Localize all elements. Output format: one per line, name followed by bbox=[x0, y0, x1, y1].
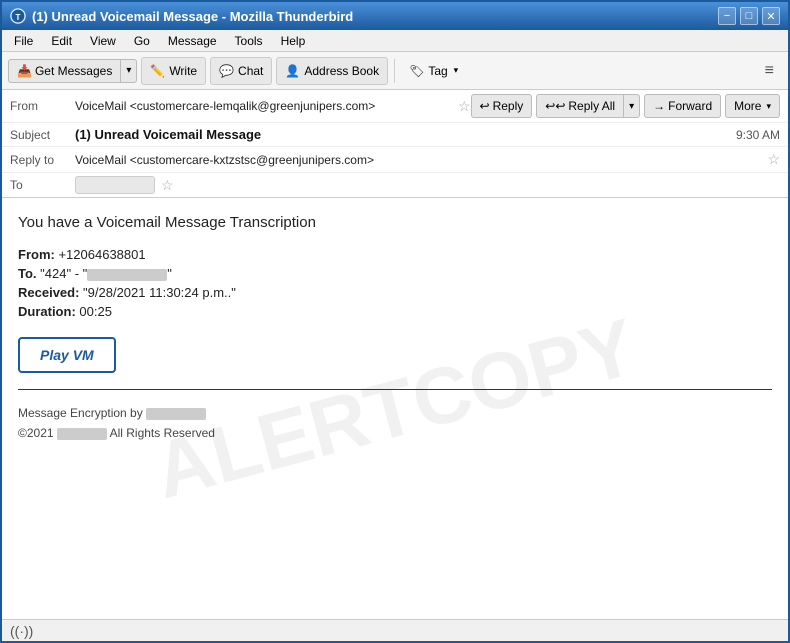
menu-go[interactable]: Go bbox=[126, 32, 158, 50]
menu-file[interactable]: File bbox=[6, 32, 41, 50]
message-actions: ↩ Reply ↩↩ Reply All ▾ → Forward More ▾ bbox=[471, 94, 780, 118]
to-row: To ☆ bbox=[2, 173, 788, 197]
chat-label: Chat bbox=[238, 64, 263, 78]
play-vm-button[interactable]: Play VM bbox=[18, 337, 116, 373]
reply-all-split-button[interactable]: ↩↩ Reply All ▾ bbox=[536, 94, 640, 118]
more-button[interactable]: More ▾ bbox=[725, 94, 780, 118]
title-bar-left: T (1) Unread Voicemail Message - Mozilla… bbox=[10, 8, 353, 24]
copyright-footer: ©2021 All Rights Reserved bbox=[18, 426, 772, 440]
get-messages-label: Get Messages bbox=[35, 64, 112, 78]
reply-to-label: Reply to bbox=[10, 153, 75, 167]
svg-text:T: T bbox=[16, 13, 21, 22]
to-field: To. "424" - "" bbox=[18, 266, 772, 281]
app-icon: T bbox=[10, 8, 26, 24]
main-window: T (1) Unread Voicemail Message - Mozilla… bbox=[0, 0, 790, 643]
encryption-redacted bbox=[146, 408, 206, 420]
copyright-redacted bbox=[57, 428, 107, 440]
menu-help[interactable]: Help bbox=[273, 32, 314, 50]
tag-dropdown-arrow: ▾ bbox=[454, 65, 459, 76]
to-value-box bbox=[75, 176, 155, 194]
get-messages-split-button[interactable]: 📥 Get Messages ▾ bbox=[8, 59, 137, 83]
chat-icon: 💬 bbox=[219, 64, 234, 78]
duration-field: Duration: 00:25 bbox=[18, 304, 772, 319]
from-row: From VoiceMail <customercare-lemqalik@gr… bbox=[2, 90, 788, 123]
address-book-label: Address Book bbox=[304, 64, 379, 78]
from-label: From bbox=[10, 99, 75, 113]
tag-label: Tag bbox=[428, 64, 447, 78]
window-title: (1) Unread Voicemail Message - Mozilla T… bbox=[32, 9, 353, 24]
minimize-button[interactable]: − bbox=[718, 7, 736, 25]
hamburger-menu-button[interactable]: ≡ bbox=[757, 59, 782, 83]
toolbar: 📥 Get Messages ▾ ✏️ Write 💬 Chat 👤 Addre… bbox=[2, 52, 788, 90]
toolbar-separator bbox=[394, 59, 395, 83]
status-icon: ((·)) bbox=[10, 623, 33, 639]
tag-button[interactable]: 🏷 Tag ▾ bbox=[401, 61, 466, 81]
to-star-icon[interactable]: ☆ bbox=[161, 177, 174, 194]
reply-to-row: Reply to VoiceMail <customercare-kxtzsts… bbox=[2, 147, 788, 173]
from-field-label: From: bbox=[18, 247, 55, 262]
forward-icon: → bbox=[653, 99, 665, 113]
divider bbox=[18, 389, 772, 390]
reply-all-label: Reply All bbox=[568, 99, 615, 113]
copyright-symbol: ©2021 bbox=[18, 426, 54, 440]
forward-button[interactable]: → Forward bbox=[644, 94, 721, 118]
reply-to-value: VoiceMail <customercare-kxtzstsc@greenju… bbox=[75, 153, 761, 167]
menu-edit[interactable]: Edit bbox=[43, 32, 80, 50]
maximize-button[interactable]: □ bbox=[740, 7, 758, 25]
more-label: More bbox=[734, 99, 761, 113]
menu-bar: File Edit View Go Message Tools Help bbox=[2, 30, 788, 52]
forward-label: Forward bbox=[668, 99, 712, 113]
chat-button[interactable]: 💬 Chat bbox=[210, 57, 272, 85]
get-messages-icon: 📥 bbox=[17, 64, 32, 78]
reply-icon: ↩ bbox=[480, 99, 490, 113]
window-controls: − □ ✕ bbox=[718, 7, 780, 25]
write-icon: ✏️ bbox=[150, 64, 165, 78]
menu-view[interactable]: View bbox=[82, 32, 124, 50]
close-button[interactable]: ✕ bbox=[762, 7, 780, 25]
status-bar: ((·)) bbox=[2, 619, 788, 641]
write-button[interactable]: ✏️ Write bbox=[141, 57, 206, 85]
address-book-icon: 👤 bbox=[285, 64, 300, 78]
menu-message[interactable]: Message bbox=[160, 32, 225, 50]
get-messages-button[interactable]: 📥 Get Messages bbox=[8, 59, 120, 83]
from-field-value: +12064638801 bbox=[58, 247, 145, 262]
message-header: From VoiceMail <customercare-lemqalik@gr… bbox=[2, 90, 788, 198]
reply-all-icon: ↩↩ bbox=[545, 99, 565, 113]
menu-tools[interactable]: Tools bbox=[227, 32, 271, 50]
encryption-label: Message Encryption by bbox=[18, 406, 143, 420]
tag-icon: 🏷 bbox=[409, 64, 424, 78]
from-field: From: +12064638801 bbox=[18, 247, 772, 262]
to-field-value: "424" - "" bbox=[40, 266, 172, 281]
get-messages-dropdown[interactable]: ▾ bbox=[120, 59, 137, 83]
received-label: Received: bbox=[18, 285, 79, 300]
timestamp: 9:30 AM bbox=[736, 128, 780, 142]
reply-button[interactable]: ↩ Reply bbox=[471, 94, 533, 118]
reply-label: Reply bbox=[493, 99, 524, 113]
write-label: Write bbox=[169, 64, 197, 78]
from-value: VoiceMail <customercare-lemqalik@greenju… bbox=[75, 99, 452, 113]
message-content: You have a Voicemail Message Transcripti… bbox=[18, 214, 772, 440]
more-dropdown-arrow: ▾ bbox=[766, 101, 771, 112]
received-field: Received: "9/28/2021 11:30:24 p.m.." bbox=[18, 285, 772, 300]
subject-row: Subject (1) Unread Voicemail Message 9:3… bbox=[2, 123, 788, 147]
duration-value: 00:25 bbox=[79, 304, 112, 319]
to-label: To bbox=[10, 178, 75, 192]
reply-all-dropdown[interactable]: ▾ bbox=[623, 94, 640, 118]
title-bar: T (1) Unread Voicemail Message - Mozilla… bbox=[2, 2, 788, 30]
rights-reserved: All Rights Reserved bbox=[110, 426, 215, 440]
encryption-footer: Message Encryption by bbox=[18, 406, 772, 420]
address-book-button[interactable]: 👤 Address Book bbox=[276, 57, 388, 85]
reply-to-star-icon[interactable]: ☆ bbox=[767, 151, 780, 168]
reply-all-button[interactable]: ↩↩ Reply All bbox=[536, 94, 623, 118]
message-title: You have a Voicemail Message Transcripti… bbox=[18, 214, 772, 231]
message-body: ALERTCOPY You have a Voicemail Message T… bbox=[2, 198, 788, 619]
subject-label: Subject bbox=[10, 128, 75, 142]
duration-label: Duration: bbox=[18, 304, 76, 319]
from-star-icon[interactable]: ☆ bbox=[458, 98, 471, 115]
subject-value: (1) Unread Voicemail Message bbox=[75, 127, 728, 142]
received-value: "9/28/2021 11:30:24 p.m.." bbox=[83, 285, 236, 300]
to-field-label: To. bbox=[18, 266, 37, 281]
